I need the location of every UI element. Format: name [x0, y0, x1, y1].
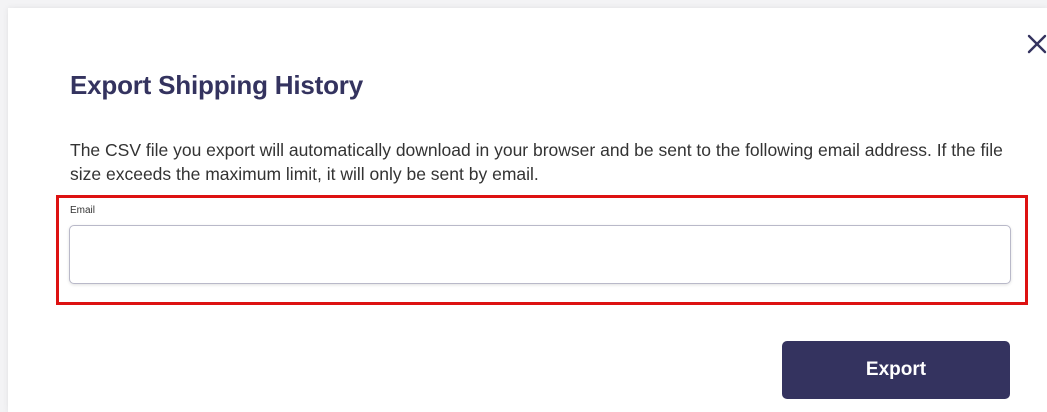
dialog-description: The CSV file you export will automatical… [70, 140, 1003, 184]
close-button[interactable] [1023, 30, 1047, 58]
close-icon [1027, 34, 1047, 54]
email-field[interactable] [69, 225, 1011, 284]
dialog-title: Export Shipping History [70, 70, 363, 100]
export-button[interactable]: Export [782, 341, 1010, 399]
export-dialog: Export Shipping History The CSV file you… [8, 8, 1047, 412]
email-label: Email [70, 205, 96, 216]
